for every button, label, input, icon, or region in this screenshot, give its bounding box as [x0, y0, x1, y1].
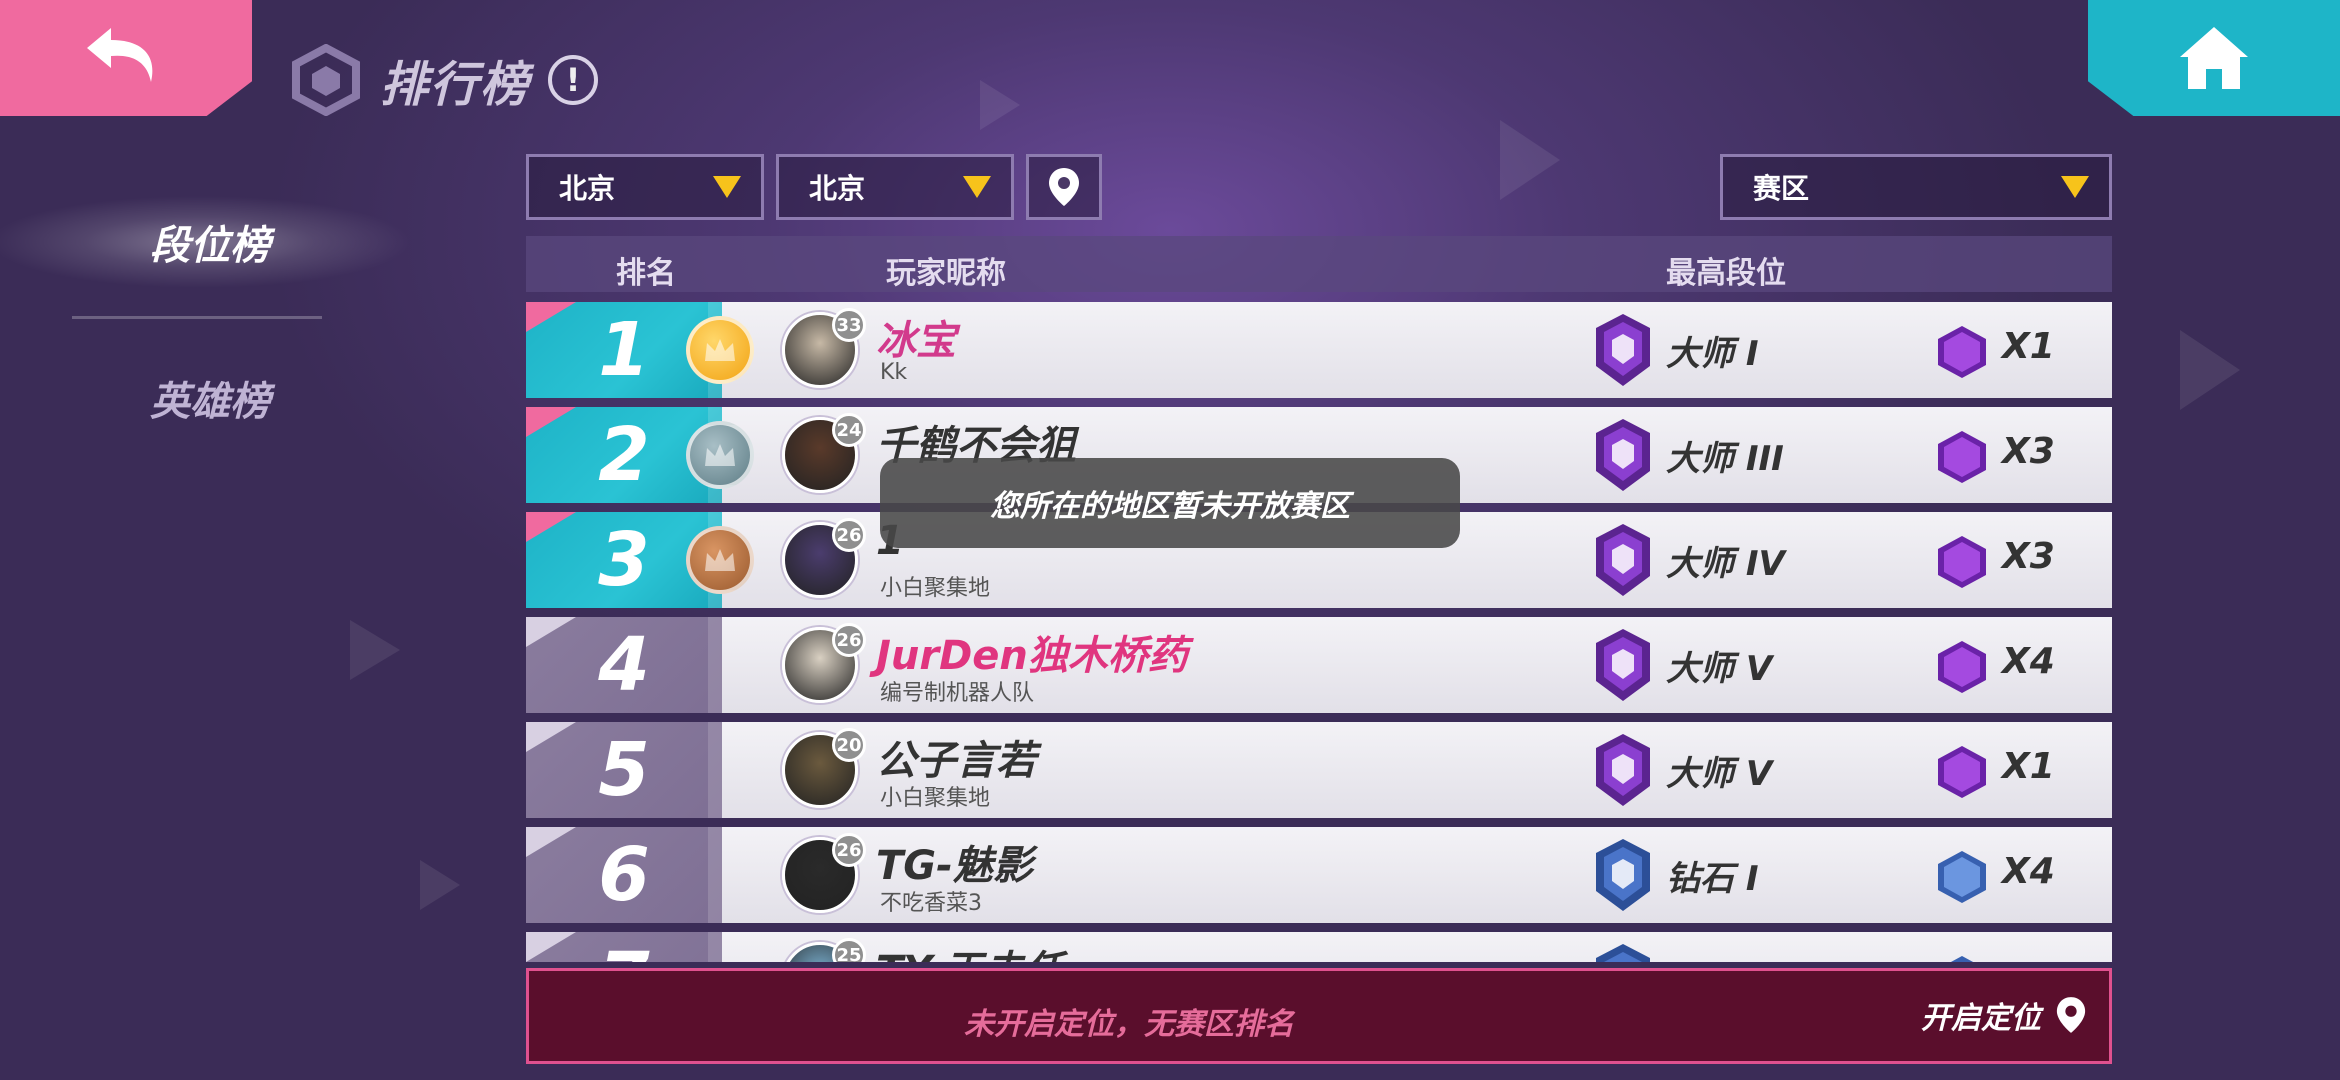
master-tier-icon	[1592, 312, 1654, 388]
table-header: 排名 玩家昵称 最高段位	[526, 236, 2112, 292]
club-name: 小白聚集地	[880, 576, 991, 601]
tier-label: 大师 IV	[1666, 544, 1785, 584]
tier-label: 大师 V	[1666, 649, 1773, 689]
header-tier: 最高段位	[1666, 256, 1786, 291]
master-tier-icon	[1592, 522, 1654, 598]
back-button[interactable]	[0, 0, 252, 116]
gold-medal-icon	[686, 316, 754, 384]
page-header: 排行榜 !	[290, 44, 599, 116]
tier-label: 大师 III	[1666, 439, 1784, 479]
location-status-bar: 未开启定位，无赛区排名 开启定位	[526, 968, 2112, 1064]
master-tier-icon	[1592, 417, 1654, 493]
diamond-tier-icon	[1592, 837, 1654, 913]
silver-medal-icon	[686, 421, 754, 489]
player-nickname: TG-魅影	[876, 843, 1033, 889]
tab-rank-leaderboard[interactable]: 段位榜	[0, 194, 420, 290]
rank-number: 5	[526, 722, 722, 818]
master-tier-icon	[1592, 627, 1654, 703]
tab-rank-label: 段位榜	[150, 223, 270, 269]
bronze-medal-icon	[686, 526, 754, 594]
leaderboard-list[interactable]: 1 33 冰宝 Kk 大师 I X1 2 24 千鹤不会狙 大师 III X3 …	[526, 302, 2112, 962]
toast-text: 您所在的地区暂未开放赛区	[990, 489, 1350, 524]
home-icon	[2180, 27, 2248, 89]
player-nickname: 公子言若	[876, 738, 1036, 784]
locate-button[interactable]	[1026, 154, 1102, 220]
tier-count: X4	[2002, 641, 2055, 682]
level-badge: 20	[832, 728, 866, 762]
tier-label: 大师 I	[1666, 334, 1759, 374]
tier-label: 大师 V	[1666, 754, 1773, 794]
table-row[interactable]: 1 33 冰宝 Kk 大师 I X1	[526, 302, 2112, 398]
level-badge: 26	[832, 518, 866, 552]
page-title: 排行榜	[380, 57, 531, 113]
rank-number: 7	[526, 932, 722, 962]
table-row[interactable]: 4 26 JurDen独木桥药 编号制机器人队 大师 V X4	[526, 617, 2112, 713]
city-dropdown[interactable]: 北京	[776, 154, 1014, 220]
level-badge: 33	[832, 308, 866, 342]
master-gem-icon	[1936, 744, 1988, 800]
diamond-gem-icon	[1936, 849, 1988, 905]
location-pin-icon	[2056, 997, 2086, 1033]
region-value: 赛区	[1753, 172, 1810, 205]
tier-count: X1	[2002, 746, 2055, 787]
player-nickname: 冰宝	[876, 318, 956, 364]
region-dropdown[interactable]: 赛区	[1720, 154, 2112, 220]
enable-location-label: 开启定位	[1921, 1001, 2041, 1036]
info-glyph: !	[565, 61, 581, 99]
enable-location-button[interactable]: 开启定位	[1921, 993, 2087, 1037]
master-gem-icon	[1936, 324, 1988, 380]
rank-number: 4	[526, 617, 722, 713]
tier-count: X4	[2002, 851, 2055, 892]
tab-hero-leaderboard[interactable]: 英雄榜	[0, 350, 420, 446]
chevron-down-icon	[963, 176, 991, 198]
chevron-down-icon	[713, 176, 741, 198]
level-badge: 26	[832, 833, 866, 867]
master-tier-icon	[1592, 732, 1654, 808]
master-gem-icon	[1936, 534, 1988, 590]
province-dropdown[interactable]: 北京	[526, 154, 764, 220]
level-badge: 26	[832, 623, 866, 657]
master-gem-icon	[1936, 429, 1988, 485]
location-pin-icon	[1049, 168, 1079, 206]
chevron-down-icon	[2061, 176, 2089, 198]
tier-label: 钻石 I	[1666, 859, 1759, 899]
header-rank: 排名	[616, 256, 676, 291]
level-badge: 25	[832, 938, 866, 962]
sidebar-divider	[72, 316, 322, 319]
back-arrow-icon	[87, 28, 153, 82]
diamond-gem-icon	[1936, 954, 1988, 962]
header-nickname: 玩家昵称	[886, 256, 1006, 291]
player-nickname: JurDen独木桥药	[876, 633, 1188, 679]
home-button[interactable]	[2088, 0, 2340, 116]
player-nickname: TY-天夫任	[876, 938, 1063, 962]
master-gem-icon	[1936, 639, 1988, 695]
tab-hero-label: 英雄榜	[150, 379, 270, 425]
province-value: 北京	[559, 172, 616, 205]
tier-count: X3	[2002, 431, 2055, 472]
toast-message: 您所在的地区暂未开放赛区	[880, 458, 1460, 548]
table-row[interactable]: 5 20 公子言若 小白聚集地 大师 V X1	[526, 722, 2112, 818]
club-name: 不吃香菜3	[880, 891, 982, 916]
location-status-text: 未开启定位，无赛区排名	[964, 1007, 1294, 1042]
table-row[interactable]: 7 25 TY-天夫任	[526, 932, 2112, 962]
rank-number: 6	[526, 827, 722, 923]
info-icon[interactable]: !	[548, 55, 599, 105]
table-row[interactable]: 6 26 TG-魅影 不吃香菜3 钻石 I X4	[526, 827, 2112, 923]
diamond-tier-icon	[1592, 942, 1654, 962]
club-name: 编号制机器人队	[880, 681, 1035, 706]
club-name: Kk	[880, 360, 908, 385]
level-badge: 24	[832, 413, 866, 447]
game-logo-icon	[292, 44, 360, 116]
tier-count: X3	[2002, 536, 2055, 577]
tier-count: X1	[2002, 326, 2055, 367]
club-name: 小白聚集地	[880, 786, 991, 811]
city-value: 北京	[809, 172, 866, 205]
